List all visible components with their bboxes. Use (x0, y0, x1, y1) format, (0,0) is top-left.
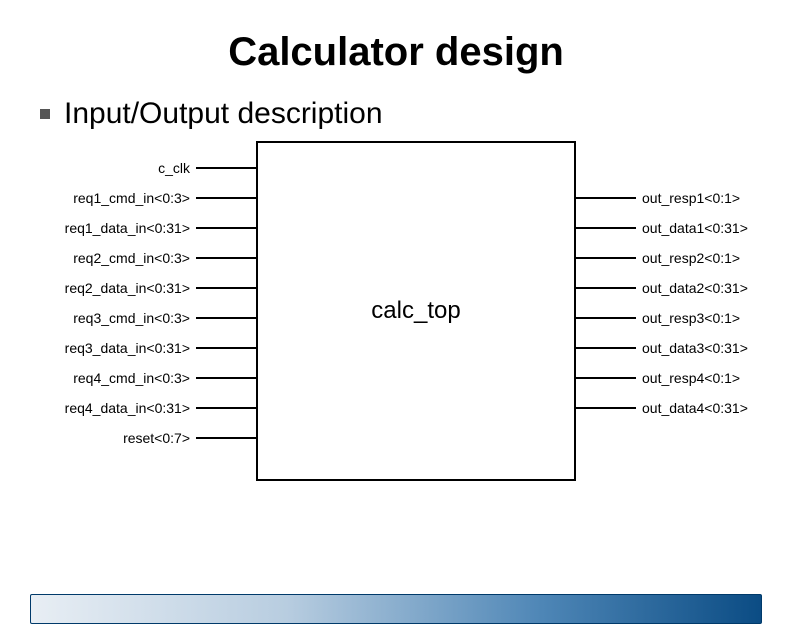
output-port: out_data1<0:31> (576, 219, 748, 237)
input-port: req2_data_in<0:31> (65, 279, 256, 297)
wire-icon (576, 287, 636, 289)
output-port: out_data4<0:31> (576, 399, 748, 417)
port-label: out_resp2<0:1> (642, 250, 740, 266)
block-diagram: calc_top c_clk req1_cmd_in<0:3> req1_dat… (0, 141, 792, 491)
input-port: req1_data_in<0:31> (65, 219, 256, 237)
wire-icon (196, 377, 256, 379)
input-port: req4_cmd_in<0:3> (73, 369, 256, 387)
output-port: out_resp3<0:1> (576, 309, 740, 327)
port-label: req4_data_in<0:31> (65, 400, 190, 416)
footer-gradient-bar (30, 594, 762, 624)
port-label: req1_cmd_in<0:3> (73, 190, 190, 206)
wire-icon (576, 347, 636, 349)
subtitle-row: Input/Output description (40, 97, 792, 131)
input-port: reset<0:7> (123, 429, 256, 447)
wire-icon (576, 407, 636, 409)
port-label: req3_data_in<0:31> (65, 340, 190, 356)
wire-icon (196, 167, 256, 169)
wire-icon (196, 227, 256, 229)
port-label: c_clk (158, 160, 190, 176)
port-label: req1_data_in<0:31> (65, 220, 190, 236)
output-port: out_data2<0:31> (576, 279, 748, 297)
output-port: out_resp4<0:1> (576, 369, 740, 387)
wire-icon (196, 287, 256, 289)
input-port: req1_cmd_in<0:3> (73, 189, 256, 207)
port-label: out_data2<0:31> (642, 280, 748, 296)
port-label: out_resp4<0:1> (642, 370, 740, 386)
input-port: c_clk (158, 159, 256, 177)
wire-icon (576, 257, 636, 259)
port-label: out_resp3<0:1> (642, 310, 740, 326)
output-port: out_data3<0:31> (576, 339, 748, 357)
module-block (256, 141, 576, 481)
slide-subtitle: Input/Output description (64, 97, 383, 131)
wire-icon (576, 317, 636, 319)
wire-icon (576, 227, 636, 229)
port-label: req2_data_in<0:31> (65, 280, 190, 296)
wire-icon (576, 377, 636, 379)
port-label: req4_cmd_in<0:3> (73, 370, 190, 386)
wire-icon (196, 437, 256, 439)
port-label: req3_cmd_in<0:3> (73, 310, 190, 326)
wire-icon (196, 197, 256, 199)
wire-icon (196, 257, 256, 259)
port-label: req2_cmd_in<0:3> (73, 250, 190, 266)
wire-icon (196, 407, 256, 409)
output-port: out_resp1<0:1> (576, 189, 740, 207)
input-port: req2_cmd_in<0:3> (73, 249, 256, 267)
port-label: out_resp1<0:1> (642, 190, 740, 206)
port-label: out_data3<0:31> (642, 340, 748, 356)
port-label: reset<0:7> (123, 430, 190, 446)
wire-icon (196, 317, 256, 319)
port-label: out_data1<0:31> (642, 220, 748, 236)
input-port: req3_data_in<0:31> (65, 339, 256, 357)
wire-icon (576, 197, 636, 199)
input-port: req4_data_in<0:31> (65, 399, 256, 417)
output-port: out_resp2<0:1> (576, 249, 740, 267)
slide-title: Calculator design (0, 30, 792, 75)
input-port: req3_cmd_in<0:3> (73, 309, 256, 327)
port-label: out_data4<0:31> (642, 400, 748, 416)
bullet-icon (40, 109, 50, 119)
wire-icon (196, 347, 256, 349)
